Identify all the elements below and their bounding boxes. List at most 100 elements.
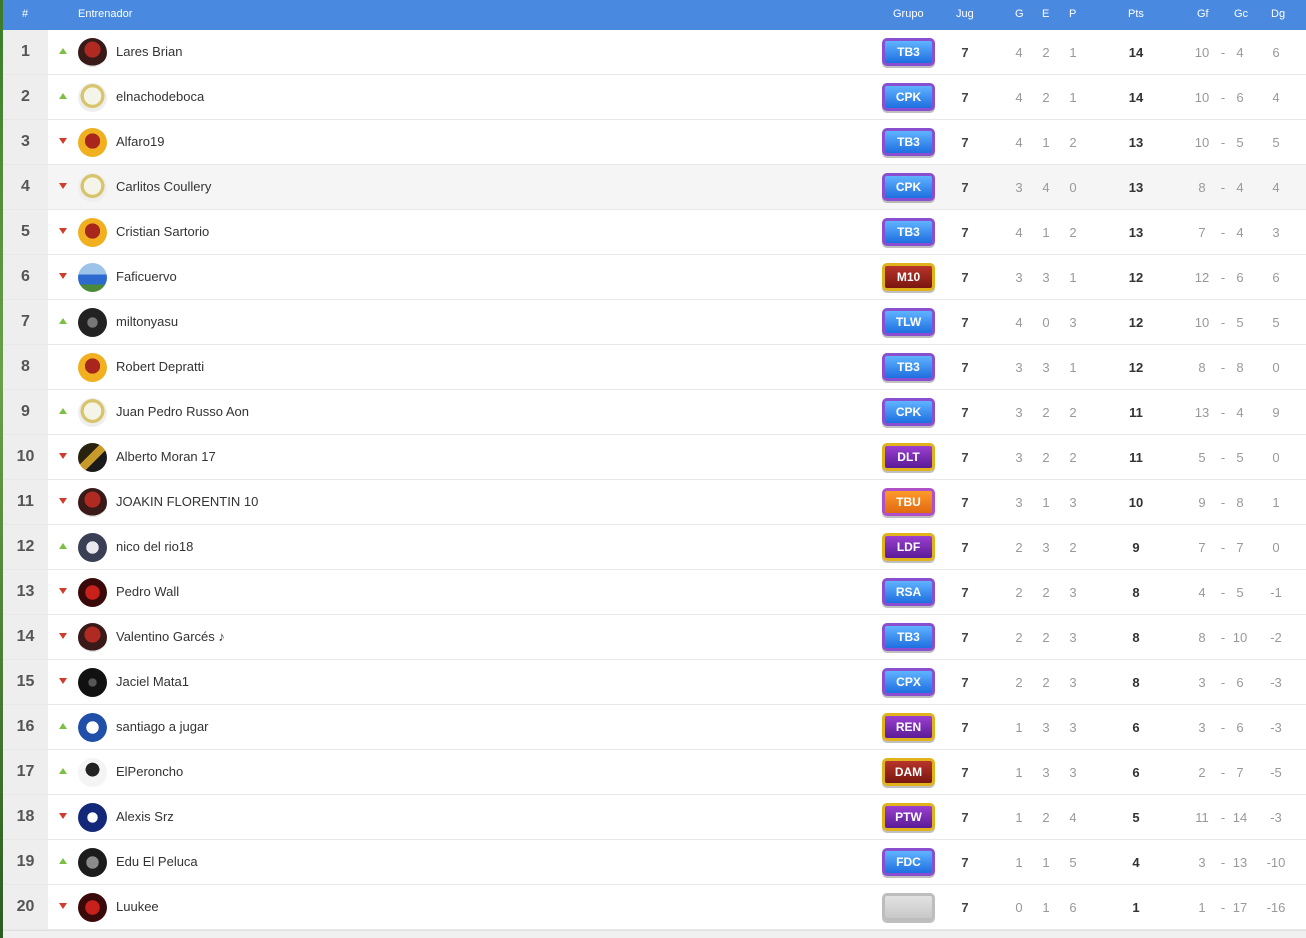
coach-name[interactable]: elnachodeboca	[116, 89, 204, 104]
group-badge[interactable]: CPK	[882, 398, 935, 426]
avatar[interactable]	[78, 758, 107, 787]
group-badge[interactable]: M10	[882, 263, 935, 291]
won-cell: 3	[1015, 450, 1023, 465]
header-group[interactable]: Grupo	[893, 8, 924, 20]
table-row[interactable]: 18 Alexis Srz PTW 7 1 2 4 5 11-14 -3	[3, 795, 1306, 840]
table-row[interactable]: 6 Faficuervo M10 7 3 3 1 12 12-6 6	[3, 255, 1306, 300]
table-row[interactable]: 3 Alfaro19 TB3 7 4 1 2 13 10-5 5	[3, 120, 1306, 165]
coach-name[interactable]: Edu El Peluca	[116, 854, 198, 869]
avatar[interactable]	[78, 893, 107, 922]
coach-name[interactable]: Faficuervo	[116, 269, 177, 284]
coach-name[interactable]: santiago a jugar	[116, 719, 209, 734]
rank-cell: 3	[3, 120, 48, 164]
table-row[interactable]: 20 Luukee 7 0 1 6 1 1-17 -16	[3, 885, 1306, 930]
group-badge[interactable]: CPK	[882, 173, 935, 201]
table-row[interactable]: 8 Robert Depratti TB3 7 3 3 1 12 8-8 0	[3, 345, 1306, 390]
coach-name[interactable]: Juan Pedro Russo Aon	[116, 404, 249, 419]
avatar[interactable]	[78, 668, 107, 697]
coach-name[interactable]: Cristian Sartorio	[116, 224, 209, 239]
coach-name[interactable]: Jaciel Mata1	[116, 674, 189, 689]
coach-name[interactable]: JOAKIN FLORENTIN 10	[116, 494, 258, 509]
group-badge[interactable]	[882, 893, 935, 921]
coach-name[interactable]: Lares Brian	[116, 44, 182, 59]
table-row[interactable]: 13 Pedro Wall RSA 7 2 2 3 8 4-5 -1	[3, 570, 1306, 615]
table-row[interactable]: 11 JOAKIN FLORENTIN 10 TBU 7 3 1 3 10 9-8 1	[3, 480, 1306, 525]
table-row[interactable]: 12 nico del rio18 LDF 7 2 3 2 9 7-7 0	[3, 525, 1306, 570]
coach-name[interactable]: Luukee	[116, 899, 159, 914]
header-goals-against[interactable]: Gc	[1234, 8, 1248, 20]
avatar[interactable]	[78, 263, 107, 292]
avatar[interactable]	[78, 398, 107, 427]
avatar[interactable]	[78, 713, 107, 742]
coach-name[interactable]: Valentino Garcés ♪	[116, 629, 225, 644]
table-row[interactable]: 4 Carlitos Coullery CPK 7 3 4 0 13 8-4 4	[3, 165, 1306, 210]
table-row[interactable]: 14 Valentino Garcés ♪ TB3 7 2 2 3 8 8-10 -2	[3, 615, 1306, 660]
avatar[interactable]	[78, 578, 107, 607]
header-won[interactable]: G	[1015, 8, 1024, 20]
group-badge[interactable]: TB3	[882, 218, 935, 246]
coach-name[interactable]: Alexis Srz	[116, 809, 174, 824]
group-badge[interactable]: REN	[882, 713, 935, 741]
group-badge[interactable]: CPX	[882, 668, 935, 696]
table-row[interactable]: 1 Lares Brian TB3 7 4 2 1 14 10-4 6	[3, 30, 1306, 75]
group-badge[interactable]: FDC	[882, 848, 935, 876]
group-badge[interactable]: TBU	[882, 488, 935, 516]
avatar[interactable]	[78, 443, 107, 472]
group-badge[interactable]: CPK	[882, 83, 935, 111]
group-badge[interactable]: PTW	[882, 803, 935, 831]
table-row[interactable]: 17 ElPeroncho DAM 7 1 3 3 6 2-7 -5	[3, 750, 1306, 795]
coach-name[interactable]: Alfaro19	[116, 134, 164, 149]
avatar[interactable]	[78, 173, 107, 202]
avatar[interactable]	[78, 308, 107, 337]
group-badge[interactable]: TB3	[882, 128, 935, 156]
table-row[interactable]: 16 santiago a jugar REN 7 1 3 3 6 3-6 -3	[3, 705, 1306, 750]
table-row[interactable]: 19 Edu El Peluca FDC 7 1 1 5 4 3-13 -10	[3, 840, 1306, 885]
table-row[interactable]: 10 Alberto Moran 17 DLT 7 3 2 2 11 5-5 0	[3, 435, 1306, 480]
coach-name[interactable]: Pedro Wall	[116, 584, 179, 599]
avatar[interactable]	[78, 83, 107, 112]
table-row[interactable]: 7 miltonyasu TLW 7 4 0 3 12 10-5 5	[3, 300, 1306, 345]
goals-against-cell: 6	[1236, 90, 1244, 105]
group-badge[interactable]: TB3	[882, 38, 935, 66]
coach-name[interactable]: nico del rio18	[116, 539, 193, 554]
avatar[interactable]	[78, 803, 107, 832]
avatar[interactable]	[78, 128, 107, 157]
coach-name[interactable]: ElPeroncho	[116, 764, 183, 779]
header-played[interactable]: Jug	[956, 8, 974, 20]
coach-name[interactable]: miltonyasu	[116, 314, 178, 329]
table-row[interactable]: 15 Jaciel Mata1 CPX 7 2 2 3 8 3-6 -3	[3, 660, 1306, 705]
avatar[interactable]	[78, 533, 107, 562]
avatar[interactable]	[78, 218, 107, 247]
avatar[interactable]	[78, 488, 107, 517]
table-row[interactable]: 2 elnachodeboca CPK 7 4 2 1 14 10-6 4	[3, 75, 1306, 120]
rank-cell: 15	[3, 660, 48, 704]
lost-cell: 3	[1069, 765, 1077, 780]
group-badge[interactable]: TB3	[882, 353, 935, 381]
avatar[interactable]	[78, 848, 107, 877]
group-badge[interactable]: DLT	[882, 443, 935, 471]
header-goal-diff[interactable]: Dg	[1271, 8, 1285, 20]
group-badge[interactable]: RSA	[882, 578, 935, 606]
table-row[interactable]: 5 Cristian Sartorio TB3 7 4 1 2 13 7-4 3	[3, 210, 1306, 255]
coach-name[interactable]: Carlitos Coullery	[116, 179, 211, 194]
avatar[interactable]	[78, 38, 107, 67]
header-points[interactable]: Pts	[1128, 8, 1144, 20]
header-coach[interactable]: Entrenador	[78, 8, 132, 20]
table-row[interactable]: 9 Juan Pedro Russo Aon CPK 7 3 2 2 11 13-4 9	[3, 390, 1306, 435]
avatar[interactable]	[78, 353, 107, 382]
drawn-cell: 2	[1042, 90, 1050, 105]
coach-name[interactable]: Alberto Moran 17	[116, 449, 216, 464]
avatar[interactable]	[78, 623, 107, 652]
played-cell: 7	[961, 315, 969, 330]
group-badge[interactable]: TLW	[882, 308, 935, 336]
header-lost[interactable]: P	[1069, 8, 1076, 20]
drawn-cell: 2	[1042, 450, 1050, 465]
header-goals-for[interactable]: Gf	[1197, 8, 1209, 20]
group-badge[interactable]: LDF	[882, 533, 935, 561]
rank-cell: 8	[3, 345, 48, 389]
group-badge[interactable]: TB3	[882, 623, 935, 651]
points-cell: 11	[1129, 450, 1143, 465]
coach-name[interactable]: Robert Depratti	[116, 359, 204, 374]
header-drawn[interactable]: E	[1042, 8, 1049, 20]
group-badge[interactable]: DAM	[882, 758, 935, 786]
